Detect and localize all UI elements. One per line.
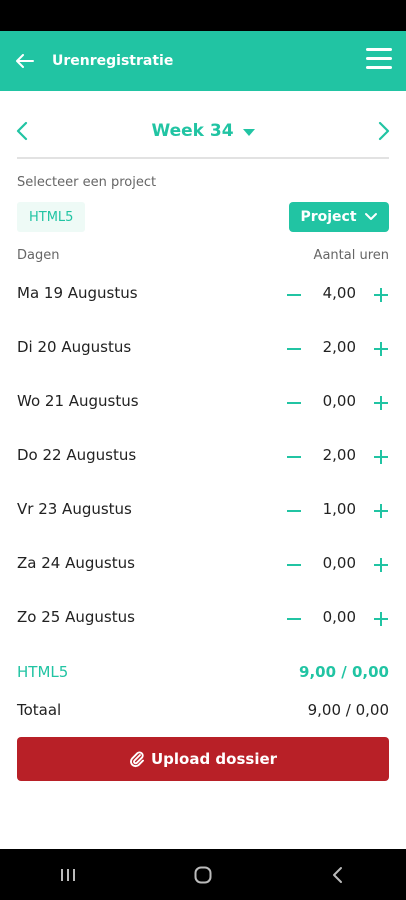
back-arrow-icon[interactable]: [0, 31, 50, 91]
project-summary-row: HTML5 9,00 / 0,00: [17, 663, 389, 681]
app-bar: Urenregistratie: [0, 31, 406, 91]
home-icon[interactable]: [191, 863, 215, 887]
hours-value[interactable]: 2,00: [312, 338, 356, 356]
day-row: Zo 25 Augustus 0,00: [0, 591, 406, 645]
minus-icon[interactable]: [285, 285, 305, 305]
upload-button-label: Upload dossier: [150, 750, 278, 768]
total-row: Totaal 9,00 / 0,00: [17, 701, 389, 719]
plus-icon[interactable]: [372, 447, 392, 467]
upload-dossier-button[interactable]: Upload dossier: [17, 737, 389, 781]
system-navigation-bar: [0, 849, 406, 900]
day-label: Zo 25 Augustus: [17, 608, 135, 626]
minus-icon[interactable]: [285, 393, 305, 413]
status-bar: [0, 0, 406, 31]
day-label: Ma 19 Augustus: [17, 284, 138, 302]
app-title: Urenregistratie: [52, 53, 174, 69]
week-selector[interactable]: Week 34: [151, 121, 255, 141]
week-navigator: Week 34: [0, 112, 406, 150]
day-row: Wo 21 Augustus 0,00: [0, 375, 406, 429]
day-label: Wo 21 Augustus: [17, 392, 139, 410]
previous-week-chevron-icon[interactable]: [12, 120, 34, 142]
recent-apps-icon[interactable]: [56, 863, 80, 887]
plus-icon[interactable]: [372, 555, 392, 575]
day-rows: Ma 19 Augustus 4,00 Di 20 Augustus 2,00 …: [0, 267, 406, 645]
hours-column-header: Aantal uren: [313, 248, 389, 263]
day-label: Vr 23 Augustus: [17, 500, 132, 518]
week-label: Week 34: [151, 121, 234, 141]
divider: [17, 157, 389, 159]
plus-icon[interactable]: [372, 285, 392, 305]
minus-icon[interactable]: [285, 609, 305, 629]
day-row: Do 22 Augustus 2,00: [0, 429, 406, 483]
plus-icon[interactable]: [372, 609, 392, 629]
paperclip-icon: [130, 751, 144, 768]
minus-icon[interactable]: [285, 555, 305, 575]
hours-value[interactable]: 1,00: [312, 500, 356, 518]
caret-down-icon: [242, 128, 255, 136]
select-project-label: Selecteer een project: [17, 175, 157, 190]
back-nav-icon[interactable]: [326, 863, 350, 887]
total-value: 9,00 / 0,00: [307, 701, 389, 719]
day-label: Za 24 Augustus: [17, 554, 135, 572]
plus-icon[interactable]: [372, 339, 392, 359]
minus-icon[interactable]: [285, 339, 305, 359]
hours-value[interactable]: 0,00: [312, 554, 356, 572]
hamburger-menu-icon[interactable]: [366, 48, 392, 72]
project-button-label: Project: [300, 209, 357, 225]
total-label: Totaal: [17, 701, 62, 719]
day-row: Vr 23 Augustus 1,00: [0, 483, 406, 537]
minus-icon[interactable]: [285, 447, 305, 467]
plus-icon[interactable]: [372, 393, 392, 413]
hours-value[interactable]: 0,00: [312, 608, 356, 626]
project-summary-value: 9,00 / 0,00: [299, 663, 389, 681]
hours-value[interactable]: 4,00: [312, 284, 356, 302]
hours-value[interactable]: 0,00: [312, 392, 356, 410]
days-column-header: Dagen: [17, 248, 60, 263]
selected-project-chip[interactable]: HTML5: [17, 202, 86, 232]
day-row: Di 20 Augustus 2,00: [0, 321, 406, 375]
plus-icon[interactable]: [372, 501, 392, 521]
hours-value[interactable]: 2,00: [312, 446, 356, 464]
day-label: Do 22 Augustus: [17, 446, 137, 464]
project-summary-name: HTML5: [17, 663, 69, 681]
day-label: Di 20 Augustus: [17, 338, 132, 356]
minus-icon[interactable]: [285, 501, 305, 521]
day-row: Za 24 Augustus 0,00: [0, 537, 406, 591]
next-week-chevron-icon[interactable]: [372, 120, 394, 142]
project-dropdown-button[interactable]: Project: [289, 202, 389, 232]
day-row: Ma 19 Augustus 4,00: [0, 267, 406, 321]
chevron-down-icon: [364, 213, 377, 220]
